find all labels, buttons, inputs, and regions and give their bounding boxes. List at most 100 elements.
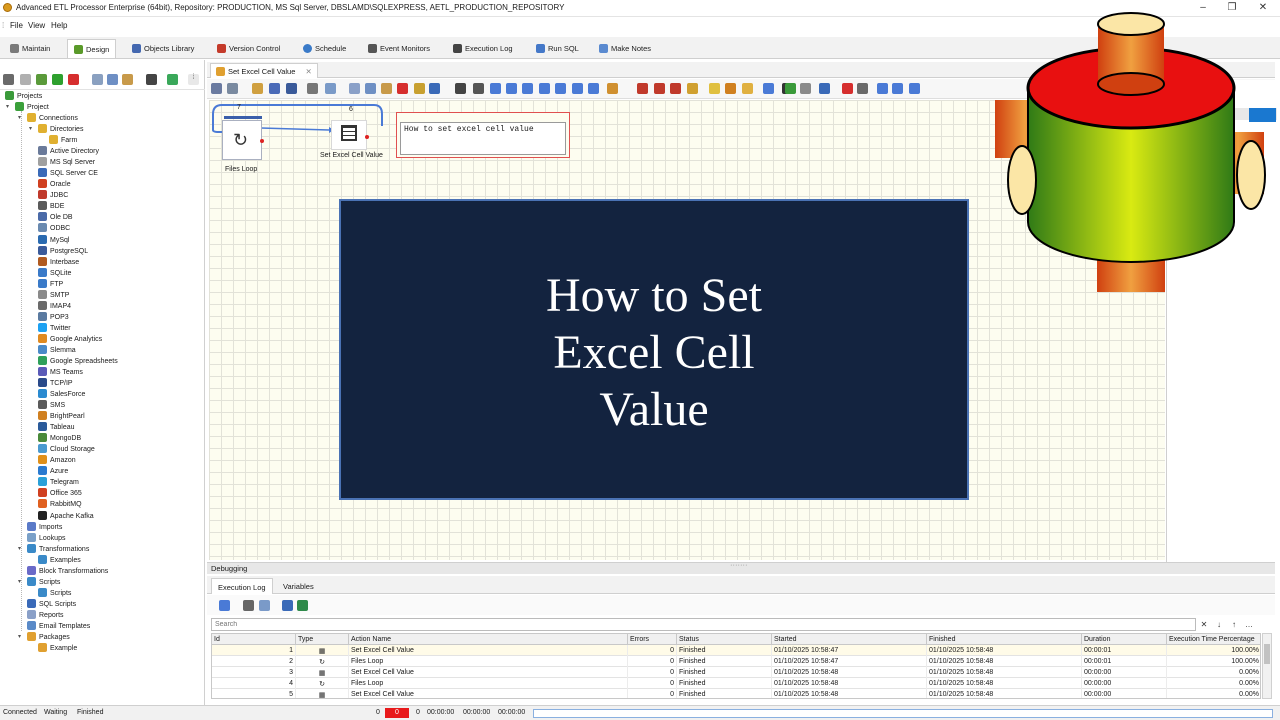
- doc-tab-set-excel-cell-value[interactable]: Set Excel Cell Value ✕: [210, 63, 318, 78]
- tree-conn-oracle[interactable]: Oracle: [38, 179, 71, 190]
- designer-tool-icon[interactable]: [785, 83, 796, 94]
- column-header[interactable]: Id: [212, 634, 296, 645]
- tree-farm[interactable]: Farm: [49, 135, 77, 146]
- designer-tool-icon[interactable]: [473, 83, 484, 94]
- tab-version-control[interactable]: Version Control: [211, 39, 286, 58]
- tab-run-sql[interactable]: Run SQL: [530, 39, 585, 58]
- search-previous-button[interactable]: ↑: [1228, 619, 1240, 630]
- tree-conn-sqlite[interactable]: SQLite: [38, 267, 71, 279]
- tree-packages[interactable]: ▾ Packages: [18, 631, 70, 643]
- tab-maintain[interactable]: Maintain: [4, 39, 56, 58]
- excel-export-icon[interactable]: [297, 600, 308, 611]
- tree-conn-ole-db[interactable]: Ole DB: [38, 212, 73, 223]
- designer-tool-icon[interactable]: [414, 83, 425, 94]
- tab-variables[interactable]: Variables: [277, 578, 320, 594]
- more-icon[interactable]: ⁞: [188, 74, 199, 85]
- tree-scripts-child[interactable]: Scripts: [38, 587, 71, 599]
- table-row[interactable]: 2 ↻ Files Loop 0 Finished 01/10/2025 10:58:47…: [212, 656, 1260, 667]
- tree-conn-odbc[interactable]: ODBC: [38, 223, 70, 234]
- tree-directories[interactable]: ▾ Directories: [29, 124, 83, 135]
- table-row[interactable]: 4 ↻ Files Loop 0 Finished 01/10/2025 10:58:48…: [212, 678, 1260, 689]
- designer-tool-icon[interactable]: [588, 83, 599, 94]
- tree-conn-mongodb[interactable]: MongoDB: [38, 433, 81, 444]
- tab-schedule[interactable]: Schedule: [297, 39, 352, 58]
- tree-conn-azure[interactable]: Azure: [38, 466, 68, 477]
- column-header[interactable]: Execution Time Percentage: [1167, 634, 1260, 645]
- expand-toggle-icon[interactable]: ▾: [29, 124, 32, 135]
- column-header[interactable]: Type: [296, 634, 349, 645]
- tree-conn-sql-server-ce[interactable]: SQL Server CE: [38, 168, 98, 179]
- table-row[interactable]: 3 ▦ Set Excel Cell Value 0 Finished 01/10/202…: [212, 667, 1260, 678]
- designer-tool-icon[interactable]: [365, 83, 376, 94]
- execution-log-grid[interactable]: Id Type Action Name Errors Status Started Fini…: [211, 633, 1261, 699]
- filter-icon[interactable]: [219, 600, 230, 611]
- tree-transformations-examples[interactable]: Examples: [38, 554, 81, 566]
- designer-tool-icon[interactable]: [687, 83, 698, 94]
- designer-tool-icon[interactable]: [725, 83, 736, 94]
- designer-tool-icon[interactable]: [227, 83, 238, 94]
- search-options-button[interactable]: …: [1243, 619, 1255, 630]
- tree-email-templates[interactable]: Email Templates: [27, 620, 90, 632]
- designer-tool-icon[interactable]: [211, 83, 222, 94]
- tree-conn-brightpearl[interactable]: BrightPearl: [38, 411, 85, 422]
- designer-tool-icon[interactable]: [539, 83, 550, 94]
- expand-toggle-icon[interactable]: ▾: [18, 632, 21, 643]
- designer-tool-icon[interactable]: [349, 83, 360, 94]
- designer-tool-icon[interactable]: [654, 83, 665, 94]
- tree-conn-sms[interactable]: SMS: [38, 400, 65, 411]
- tree-conn-ftp[interactable]: FTP: [38, 278, 63, 290]
- paste-icon[interactable]: [122, 74, 133, 85]
- properties-icon[interactable]: [3, 74, 14, 85]
- tree-conn-google-analytics[interactable]: Google Analytics: [38, 333, 102, 345]
- designer-tool-icon[interactable]: [857, 83, 868, 94]
- expand-all-icon[interactable]: [167, 74, 178, 85]
- designer-tool-icon[interactable]: [397, 83, 408, 94]
- export-icon[interactable]: [282, 600, 293, 611]
- tree-sql-scripts[interactable]: SQL Scripts: [27, 598, 76, 610]
- designer-tool-icon[interactable]: [607, 83, 618, 94]
- tab-execution-log[interactable]: Execution Log: [447, 39, 519, 58]
- new-item-icon[interactable]: [36, 74, 47, 85]
- close-tab-icon[interactable]: ✕: [306, 67, 312, 76]
- designer-tool-icon[interactable]: [555, 83, 566, 94]
- designer-tool-icon[interactable]: [252, 83, 263, 94]
- tree-conn-active-directory[interactable]: Active Directory: [38, 146, 99, 157]
- tree-conn-jdbc[interactable]: JDBC: [38, 190, 68, 201]
- preview-icon[interactable]: [259, 600, 270, 611]
- tree-projects[interactable]: Projects: [5, 91, 42, 102]
- tree-scripts[interactable]: ▾ Scripts: [18, 576, 60, 588]
- designer-tool-icon[interactable]: [522, 83, 533, 94]
- tree-conn-smtp[interactable]: SMTP: [38, 289, 69, 301]
- designer-tool-icon[interactable]: [506, 83, 517, 94]
- tree-lookups[interactable]: Lookups: [27, 532, 65, 544]
- clear-search-button[interactable]: ✕: [1198, 619, 1210, 630]
- designer-tool-icon[interactable]: [381, 83, 392, 94]
- tree-conn-postgresql[interactable]: PostgreSQL: [38, 245, 88, 257]
- tab-objects-library[interactable]: Objects Library: [126, 39, 200, 58]
- table-row[interactable]: 1 ▦ Set Excel Cell Value 0 Finished 01/10/202…: [212, 645, 1260, 656]
- column-header[interactable]: Started: [772, 634, 927, 645]
- tree-conn-salesforce[interactable]: SalesForce: [38, 389, 85, 400]
- note-text[interactable]: How to set excel cell value: [400, 122, 566, 155]
- tree-conn-tcp-ip[interactable]: TCP/IP: [38, 378, 73, 389]
- column-header[interactable]: Errors: [628, 634, 677, 645]
- tree-reports[interactable]: Reports: [27, 609, 64, 621]
- designer-tool-icon[interactable]: [800, 83, 811, 94]
- designer-tool-icon[interactable]: [709, 83, 720, 94]
- designer-tool-icon[interactable]: [892, 83, 903, 94]
- print-icon[interactable]: [243, 600, 254, 611]
- designer-tool-icon[interactable]: [572, 83, 583, 94]
- search-next-button[interactable]: ↓: [1213, 619, 1225, 630]
- designer-tool-icon[interactable]: [455, 83, 466, 94]
- tree-conn-cloud-storage[interactable]: Cloud Storage: [38, 444, 95, 455]
- files-loop-node[interactable]: ↻: [222, 120, 264, 160]
- tab-event-monitors[interactable]: Event Monitors: [362, 39, 436, 58]
- tree-conn-mysql[interactable]: MySql: [38, 234, 69, 246]
- tree-conn-office-365[interactable]: Office 365: [38, 488, 82, 499]
- tab-make-notes[interactable]: Make Notes: [593, 39, 657, 58]
- find-icon[interactable]: [146, 74, 157, 85]
- tree-conn-slemma[interactable]: Slemma: [38, 344, 76, 356]
- tree-conn-twitter[interactable]: Twitter: [38, 322, 71, 334]
- designer-tool-icon[interactable]: [490, 83, 501, 94]
- tree-conn-ms-sql-server[interactable]: MS Sql Server: [38, 157, 95, 168]
